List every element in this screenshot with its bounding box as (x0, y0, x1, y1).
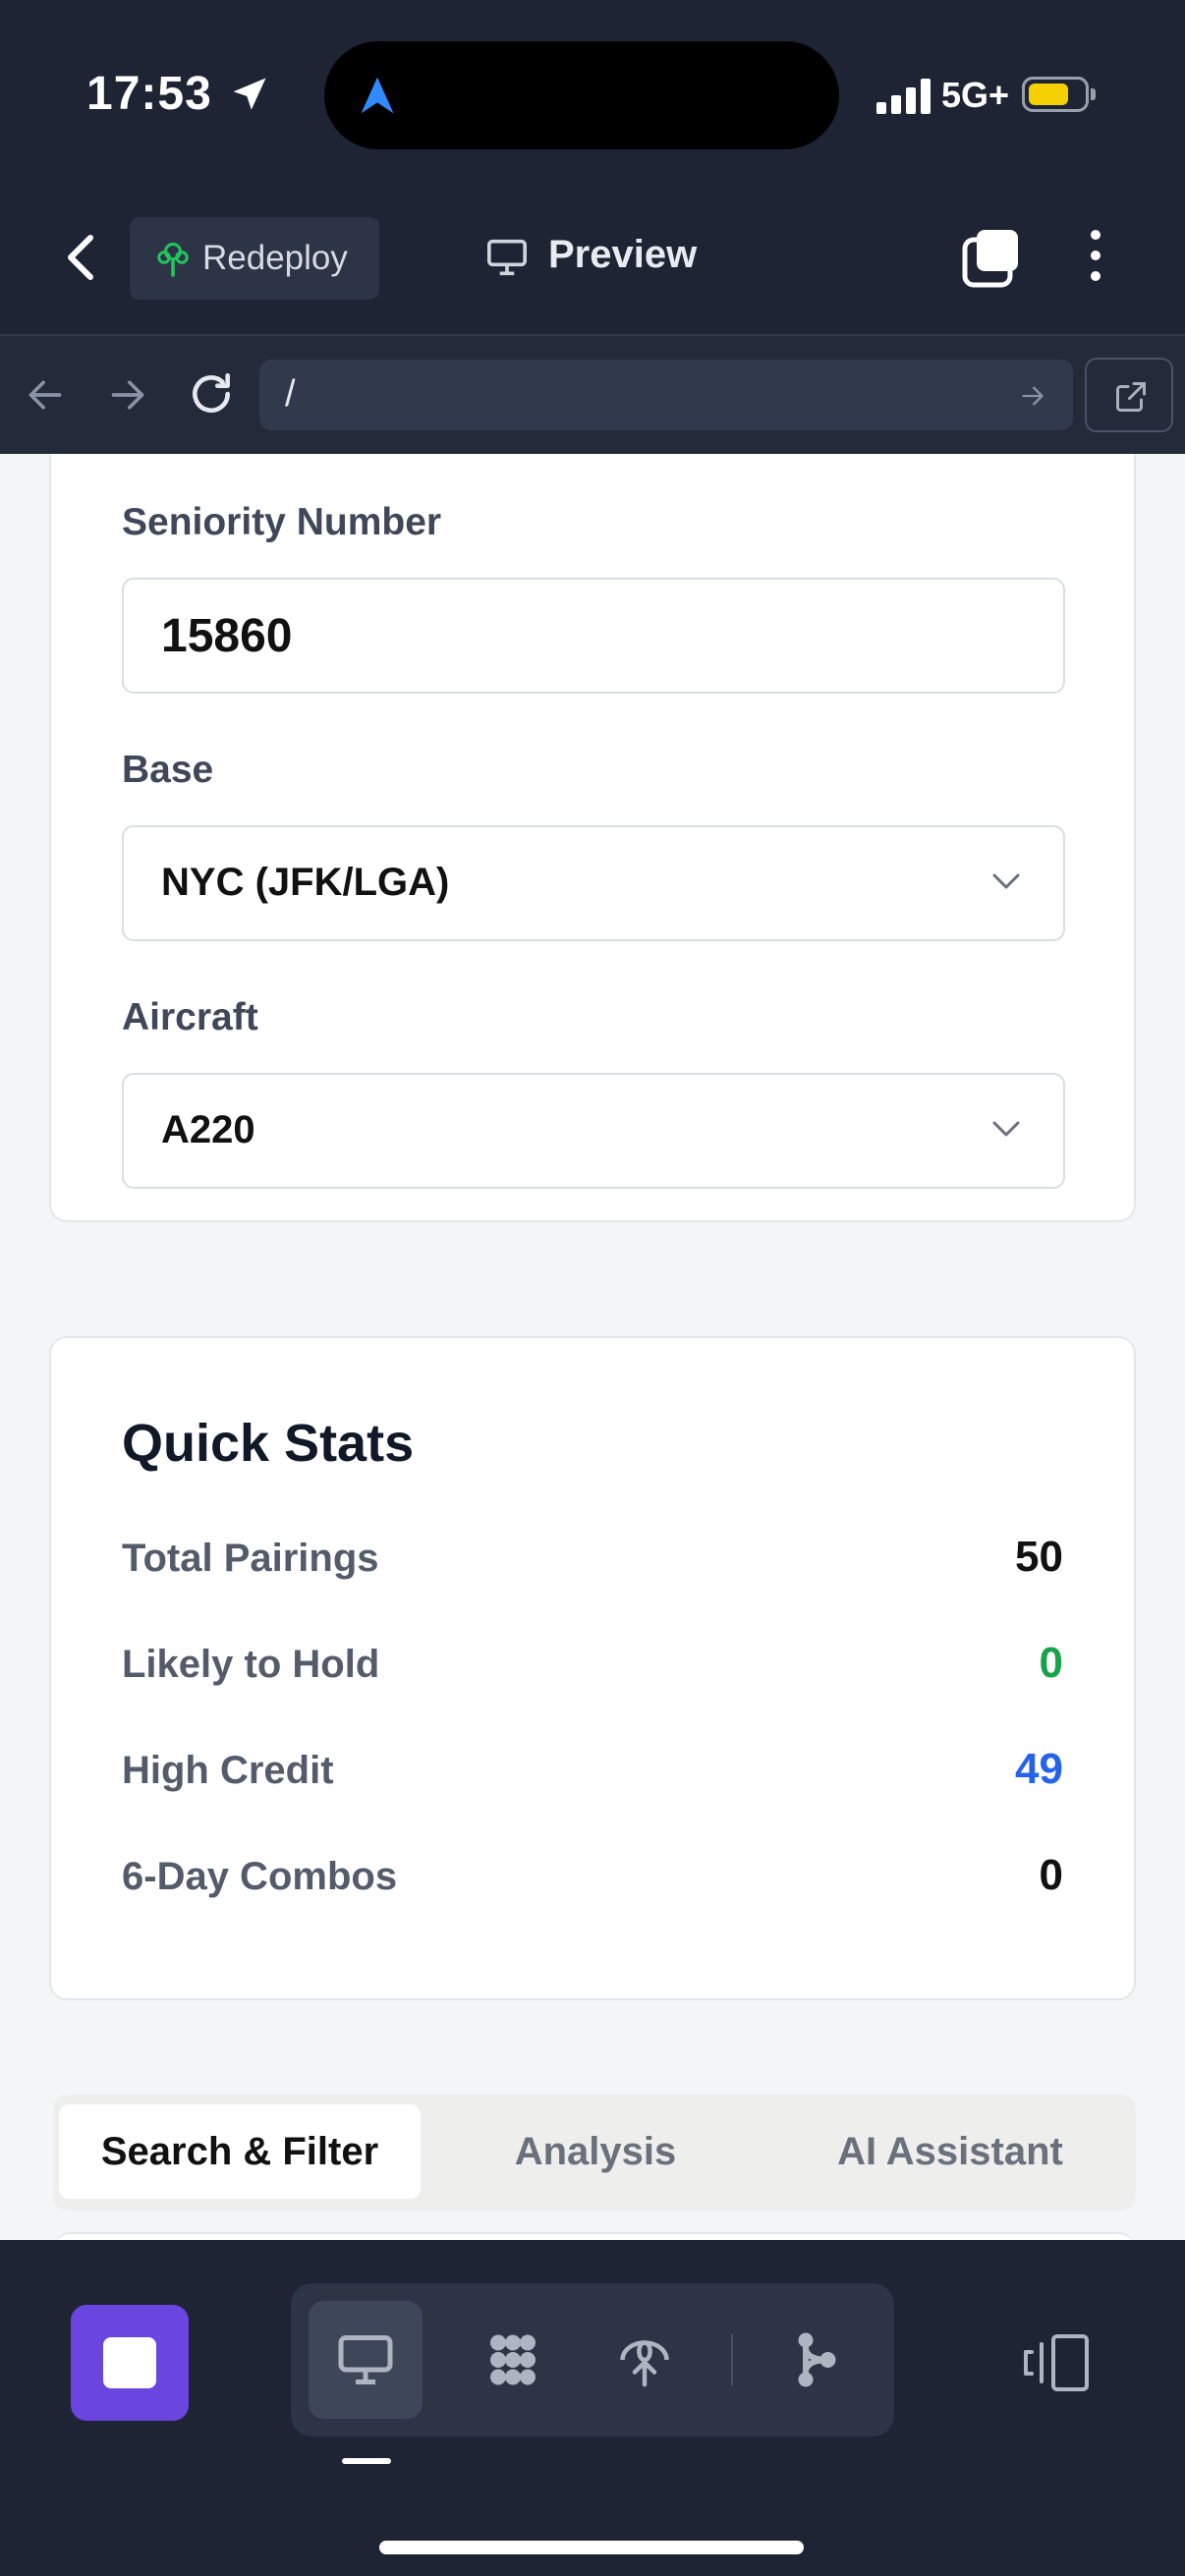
dock-preview-button[interactable] (309, 2301, 423, 2419)
seniority-input[interactable]: 15860 (122, 578, 1065, 694)
profile-form-card: Seniority Number 15860 Base NYC (JFK/LGA… (49, 454, 1136, 1222)
stat-value-six-day-combos: 0 (1039, 1851, 1063, 1899)
active-indicator (342, 2458, 391, 2464)
quick-stats-card: Quick Stats Total Pairings 50 Likely to … (49, 1336, 1136, 2000)
tabs-icon[interactable] (961, 228, 1022, 289)
home-indicator (379, 2541, 804, 2554)
next-card-edge (53, 2232, 1136, 2240)
chevron-left-icon[interactable] (59, 228, 102, 287)
status-time: 17:53 (86, 68, 212, 120)
page-content: Seniority Number 15860 Base NYC (JFK/LGA… (0, 454, 1185, 2240)
signal-icon (876, 79, 931, 114)
base-select[interactable]: NYC (JFK/LGA) (122, 825, 1065, 941)
top-bar: 17:53 5G+ Redeploy Preview (0, 0, 1185, 334)
stop-icon (103, 2337, 156, 2388)
stat-label: Total Pairings (122, 1537, 379, 1580)
stat-label: 6-Day Combos (122, 1855, 398, 1898)
dynamic-island (324, 41, 839, 149)
go-arrow-icon[interactable] (1018, 383, 1047, 409)
tab-search-filter[interactable]: Search & Filter (59, 2104, 421, 2199)
seniority-label: Seniority Number (122, 501, 442, 543)
monitor-icon (338, 2335, 393, 2384)
reload-icon[interactable] (187, 369, 236, 419)
bottom-dock (0, 2240, 1185, 2576)
aircraft-value: A220 (161, 1108, 255, 1151)
stat-label: Likely to Hold (122, 1643, 380, 1686)
stop-button[interactable] (71, 2305, 189, 2421)
kebab-icon[interactable] (1081, 224, 1110, 293)
stat-value-likely-to-hold: 0 (1039, 1639, 1063, 1687)
aircraft-select[interactable]: A220 (122, 1073, 1065, 1189)
stat-label: High Credit (122, 1749, 334, 1792)
location-arrow-icon (233, 78, 266, 110)
redeploy-label: Redeploy (202, 239, 348, 277)
chevron-down-icon (992, 873, 1020, 889)
dock-apps-button[interactable] (456, 2301, 570, 2419)
dock-toolbar (291, 2283, 894, 2436)
devices-icon[interactable] (1018, 2332, 1091, 2393)
dock-git-button[interactable] (759, 2301, 873, 2419)
dock-deploy-button[interactable] (588, 2301, 702, 2419)
tab-analysis[interactable]: Analysis (428, 2104, 762, 2199)
base-label: Base (122, 749, 214, 791)
dots-grid-icon (490, 2334, 536, 2385)
preview-title[interactable]: Preview (548, 233, 697, 277)
open-external-button[interactable] (1085, 358, 1173, 432)
seniority-value: 15860 (161, 610, 293, 662)
branch-icon (798, 2332, 836, 2387)
quick-stats-title: Quick Stats (122, 1414, 415, 1473)
external-link-icon (1116, 382, 1146, 412)
navigation-arrow-icon (361, 77, 394, 114)
chevron-down-icon (992, 1121, 1020, 1137)
url-text: / (285, 373, 296, 415)
redeploy-button[interactable]: Redeploy (130, 217, 379, 300)
network-type: 5G+ (941, 75, 1010, 115)
stat-value-high-credit: 49 (1015, 1745, 1063, 1793)
arrow-right-icon[interactable] (106, 375, 149, 415)
aircraft-label: Aircraft (122, 996, 258, 1038)
section-tabs: Search & Filter Analysis AI Assistant (53, 2095, 1136, 2211)
deploy-tree-icon (620, 2340, 669, 2387)
stat-value-total-pairings: 50 (1015, 1533, 1063, 1581)
tab-ai-assistant[interactable]: AI Assistant (770, 2104, 1130, 2199)
dock-divider (731, 2334, 733, 2385)
arrow-left-icon[interactable] (24, 375, 67, 415)
battery-icon (1022, 77, 1096, 112)
base-value: NYC (JFK/LGA) (161, 861, 450, 904)
url-input[interactable]: / (259, 360, 1073, 430)
monitor-icon (487, 239, 527, 276)
redeploy-tree-icon (157, 243, 189, 277)
